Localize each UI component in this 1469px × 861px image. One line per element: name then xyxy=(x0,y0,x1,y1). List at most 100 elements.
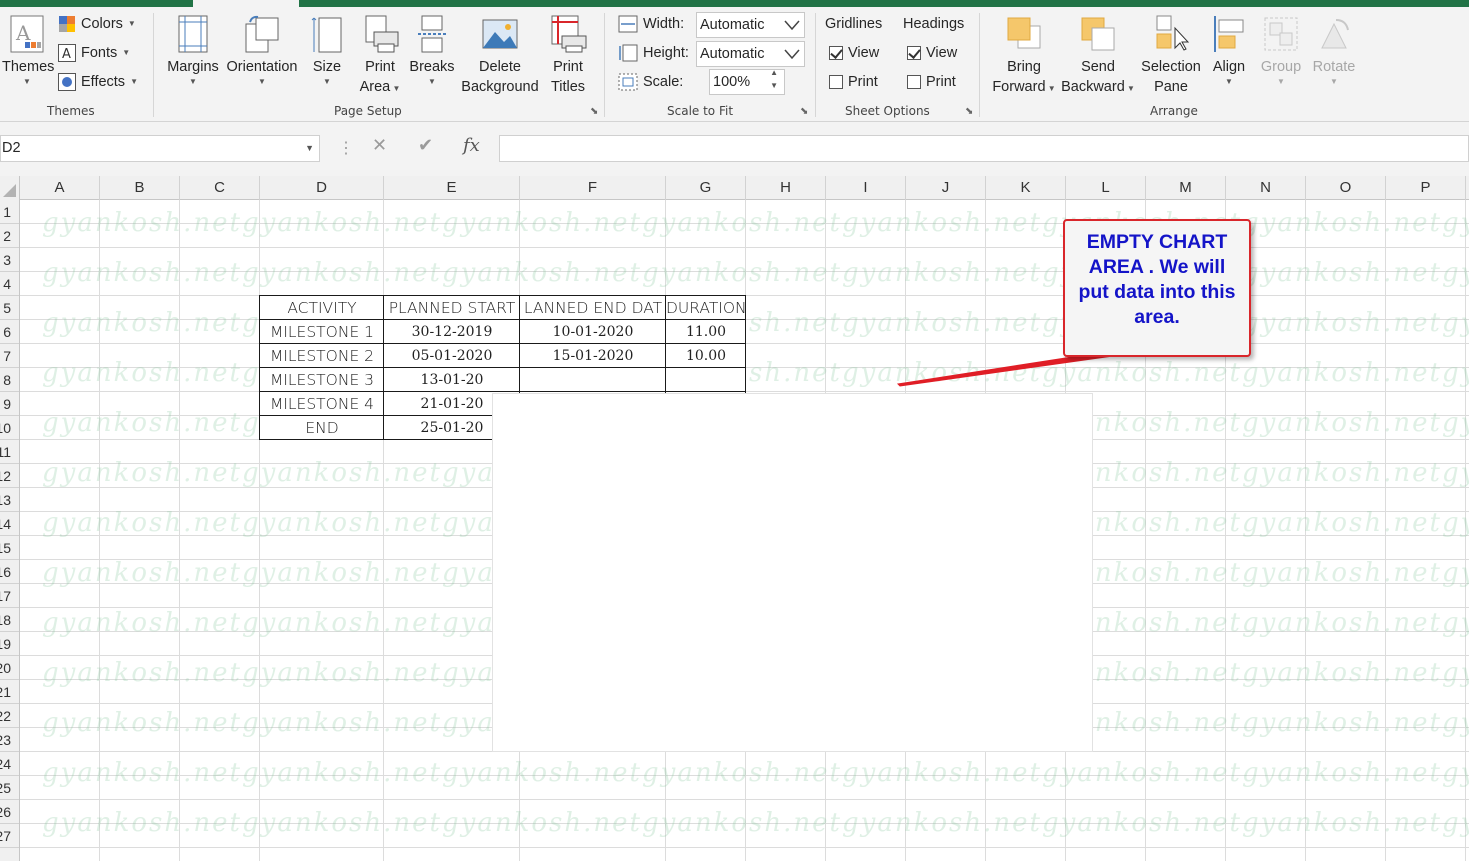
width-dropdown[interactable]: Automatic xyxy=(696,12,805,38)
headings-view-checkbox[interactable]: View xyxy=(907,43,957,63)
row-header-15[interactable]: 15 xyxy=(0,536,19,560)
checkbox-unchecked-icon[interactable] xyxy=(907,75,921,89)
themes-button[interactable]: A Themes ▼ xyxy=(2,14,54,87)
table-cell[interactable] xyxy=(666,368,746,392)
height-dropdown[interactable]: Automatic xyxy=(696,41,805,67)
colors-button[interactable]: Colors ▼ xyxy=(58,14,136,34)
column-header-n[interactable]: N xyxy=(1226,176,1306,200)
column-header-a[interactable]: A xyxy=(20,176,100,200)
fonts-button[interactable]: A Fonts ▼ xyxy=(58,43,130,63)
table-cell[interactable] xyxy=(520,368,666,392)
orientation-button[interactable]: Orientation ▼ xyxy=(223,14,301,87)
row-header-26[interactable]: 26 xyxy=(0,800,19,824)
table-header-cell[interactable]: LANNED END DAT xyxy=(520,296,666,320)
effects-button[interactable]: Effects ▼ xyxy=(58,72,138,92)
row-header-14[interactable]: 14 xyxy=(0,512,19,536)
breaks-button[interactable]: Breaks ▼ xyxy=(408,14,456,87)
column-header-g[interactable]: G xyxy=(666,176,746,200)
row-header-3[interactable]: 3 xyxy=(0,248,19,272)
column-header-f[interactable]: F xyxy=(520,176,666,200)
gridlines-view-checkbox[interactable]: View xyxy=(829,43,879,63)
sheet-options-dialog-launcher-icon[interactable]: ⬊ xyxy=(965,106,973,117)
column-header-d[interactable]: D xyxy=(260,176,384,200)
column-header-j[interactable]: J xyxy=(906,176,986,200)
column-header-c[interactable]: C xyxy=(180,176,260,200)
column-header-e[interactable]: E xyxy=(384,176,520,200)
row-header-19[interactable]: 19 xyxy=(0,632,19,656)
checkbox-checked-icon[interactable] xyxy=(907,46,921,60)
spinner-arrows-icon[interactable]: ▲ ▼ xyxy=(770,66,778,92)
print-area-button[interactable]: Print Area ▼ xyxy=(356,14,404,99)
table-header-cell[interactable]: DURATION xyxy=(666,296,746,320)
row-header-9[interactable]: 9 xyxy=(0,392,19,416)
row-header-2[interactable]: 2 xyxy=(0,224,19,248)
row-header-21[interactable]: 21 xyxy=(0,680,19,704)
row-header-25[interactable]: 25 xyxy=(0,776,19,800)
table-header-cell[interactable]: PLANNED START xyxy=(384,296,520,320)
send-backward-button[interactable]: Send Backward ▼ xyxy=(1060,14,1136,99)
insert-function-icon[interactable]: fx xyxy=(463,135,480,156)
delete-background-button[interactable]: Delete Background xyxy=(459,14,541,97)
row-header-1[interactable]: 1 xyxy=(0,200,19,224)
size-button[interactable]: Size ▼ xyxy=(305,14,349,87)
row-header-5[interactable]: 5 xyxy=(0,296,19,320)
row-header-10[interactable]: 10 xyxy=(0,416,19,440)
headings-print-checkbox[interactable]: Print xyxy=(907,72,956,92)
row-header-20[interactable]: 20 xyxy=(0,656,19,680)
checkbox-checked-icon[interactable] xyxy=(829,46,843,60)
group-button[interactable]: Group ▼ xyxy=(1258,14,1304,87)
column-header-i[interactable]: I xyxy=(826,176,906,200)
cell-area[interactable]: gyankosh.net gyankosh.net gyankosh.net gyan… xyxy=(20,200,1469,861)
row-header-6[interactable]: 6 xyxy=(0,320,19,344)
page-setup-dialog-launcher-icon[interactable]: ⬊ xyxy=(590,106,598,117)
column-header-k[interactable]: K xyxy=(986,176,1066,200)
row-header-12[interactable]: 12 xyxy=(0,464,19,488)
table-cell[interactable]: 10-01-2020 xyxy=(520,320,666,344)
column-header-l[interactable]: L xyxy=(1066,176,1146,200)
select-all-button[interactable] xyxy=(0,176,20,200)
row-header-17[interactable]: 17 xyxy=(0,584,19,608)
name-box[interactable]: D2 ▼ xyxy=(0,135,320,162)
column-header-b[interactable]: B xyxy=(100,176,180,200)
row-header-8[interactable]: 8 xyxy=(0,368,19,392)
column-header-p[interactable]: P xyxy=(1386,176,1466,200)
rotate-button[interactable]: Rotate ▼ xyxy=(1309,14,1359,87)
row-header-22[interactable]: 22 xyxy=(0,704,19,728)
table-cell[interactable]: 30-12-2019 xyxy=(384,320,520,344)
row-header-27[interactable]: 27 xyxy=(0,824,19,848)
row-header-7[interactable]: 7 xyxy=(0,344,19,368)
column-header-m[interactable]: M xyxy=(1146,176,1226,200)
table-header-cell[interactable]: ACTIVITY xyxy=(260,296,384,320)
column-header-h[interactable]: H xyxy=(746,176,826,200)
table-cell[interactable]: END xyxy=(260,416,384,440)
table-cell[interactable]: 15-01-2020 xyxy=(520,344,666,368)
empty-chart-area[interactable] xyxy=(492,393,1093,752)
bring-forward-button[interactable]: Bring Forward ▼ xyxy=(988,14,1060,99)
table-cell[interactable]: 11.00 xyxy=(666,320,746,344)
margins-button[interactable]: Margins ▼ xyxy=(164,14,222,87)
drag-handle-icon[interactable]: ⋮ xyxy=(338,138,355,158)
row-header-4[interactable]: 4 xyxy=(0,272,19,296)
chevron-down-icon[interactable]: ▼ xyxy=(305,136,314,161)
row-header-16[interactable]: 16 xyxy=(0,560,19,584)
align-button[interactable]: Align ▼ xyxy=(1207,14,1251,87)
table-cell[interactable]: 13-01-20 xyxy=(384,368,520,392)
table-cell[interactable]: MILESTONE 3 xyxy=(260,368,384,392)
checkbox-unchecked-icon[interactable] xyxy=(829,75,843,89)
table-cell[interactable]: 05-01-2020 xyxy=(384,344,520,368)
row-header-23[interactable]: 23 xyxy=(0,728,19,752)
scale-spinner[interactable]: 100% ▲ ▼ xyxy=(709,66,785,95)
table-cell[interactable]: MILESTONE 2 xyxy=(260,344,384,368)
column-header-o[interactable]: O xyxy=(1306,176,1386,200)
gridlines-print-checkbox[interactable]: Print xyxy=(829,72,878,92)
selection-pane-button[interactable]: Selection Pane xyxy=(1138,14,1204,97)
row-header-13[interactable]: 13 xyxy=(0,488,19,512)
scale-dialog-launcher-icon[interactable]: ⬊ xyxy=(800,106,808,117)
print-titles-button[interactable]: Print Titles xyxy=(546,14,590,97)
enter-icon[interactable]: ✔ xyxy=(418,135,433,156)
table-cell[interactable]: MILESTONE 4 xyxy=(260,392,384,416)
formula-input[interactable] xyxy=(499,135,1469,162)
cancel-icon[interactable]: ✕ xyxy=(372,135,387,156)
row-header-24[interactable]: 24 xyxy=(0,752,19,776)
table-cell[interactable]: MILESTONE 1 xyxy=(260,320,384,344)
